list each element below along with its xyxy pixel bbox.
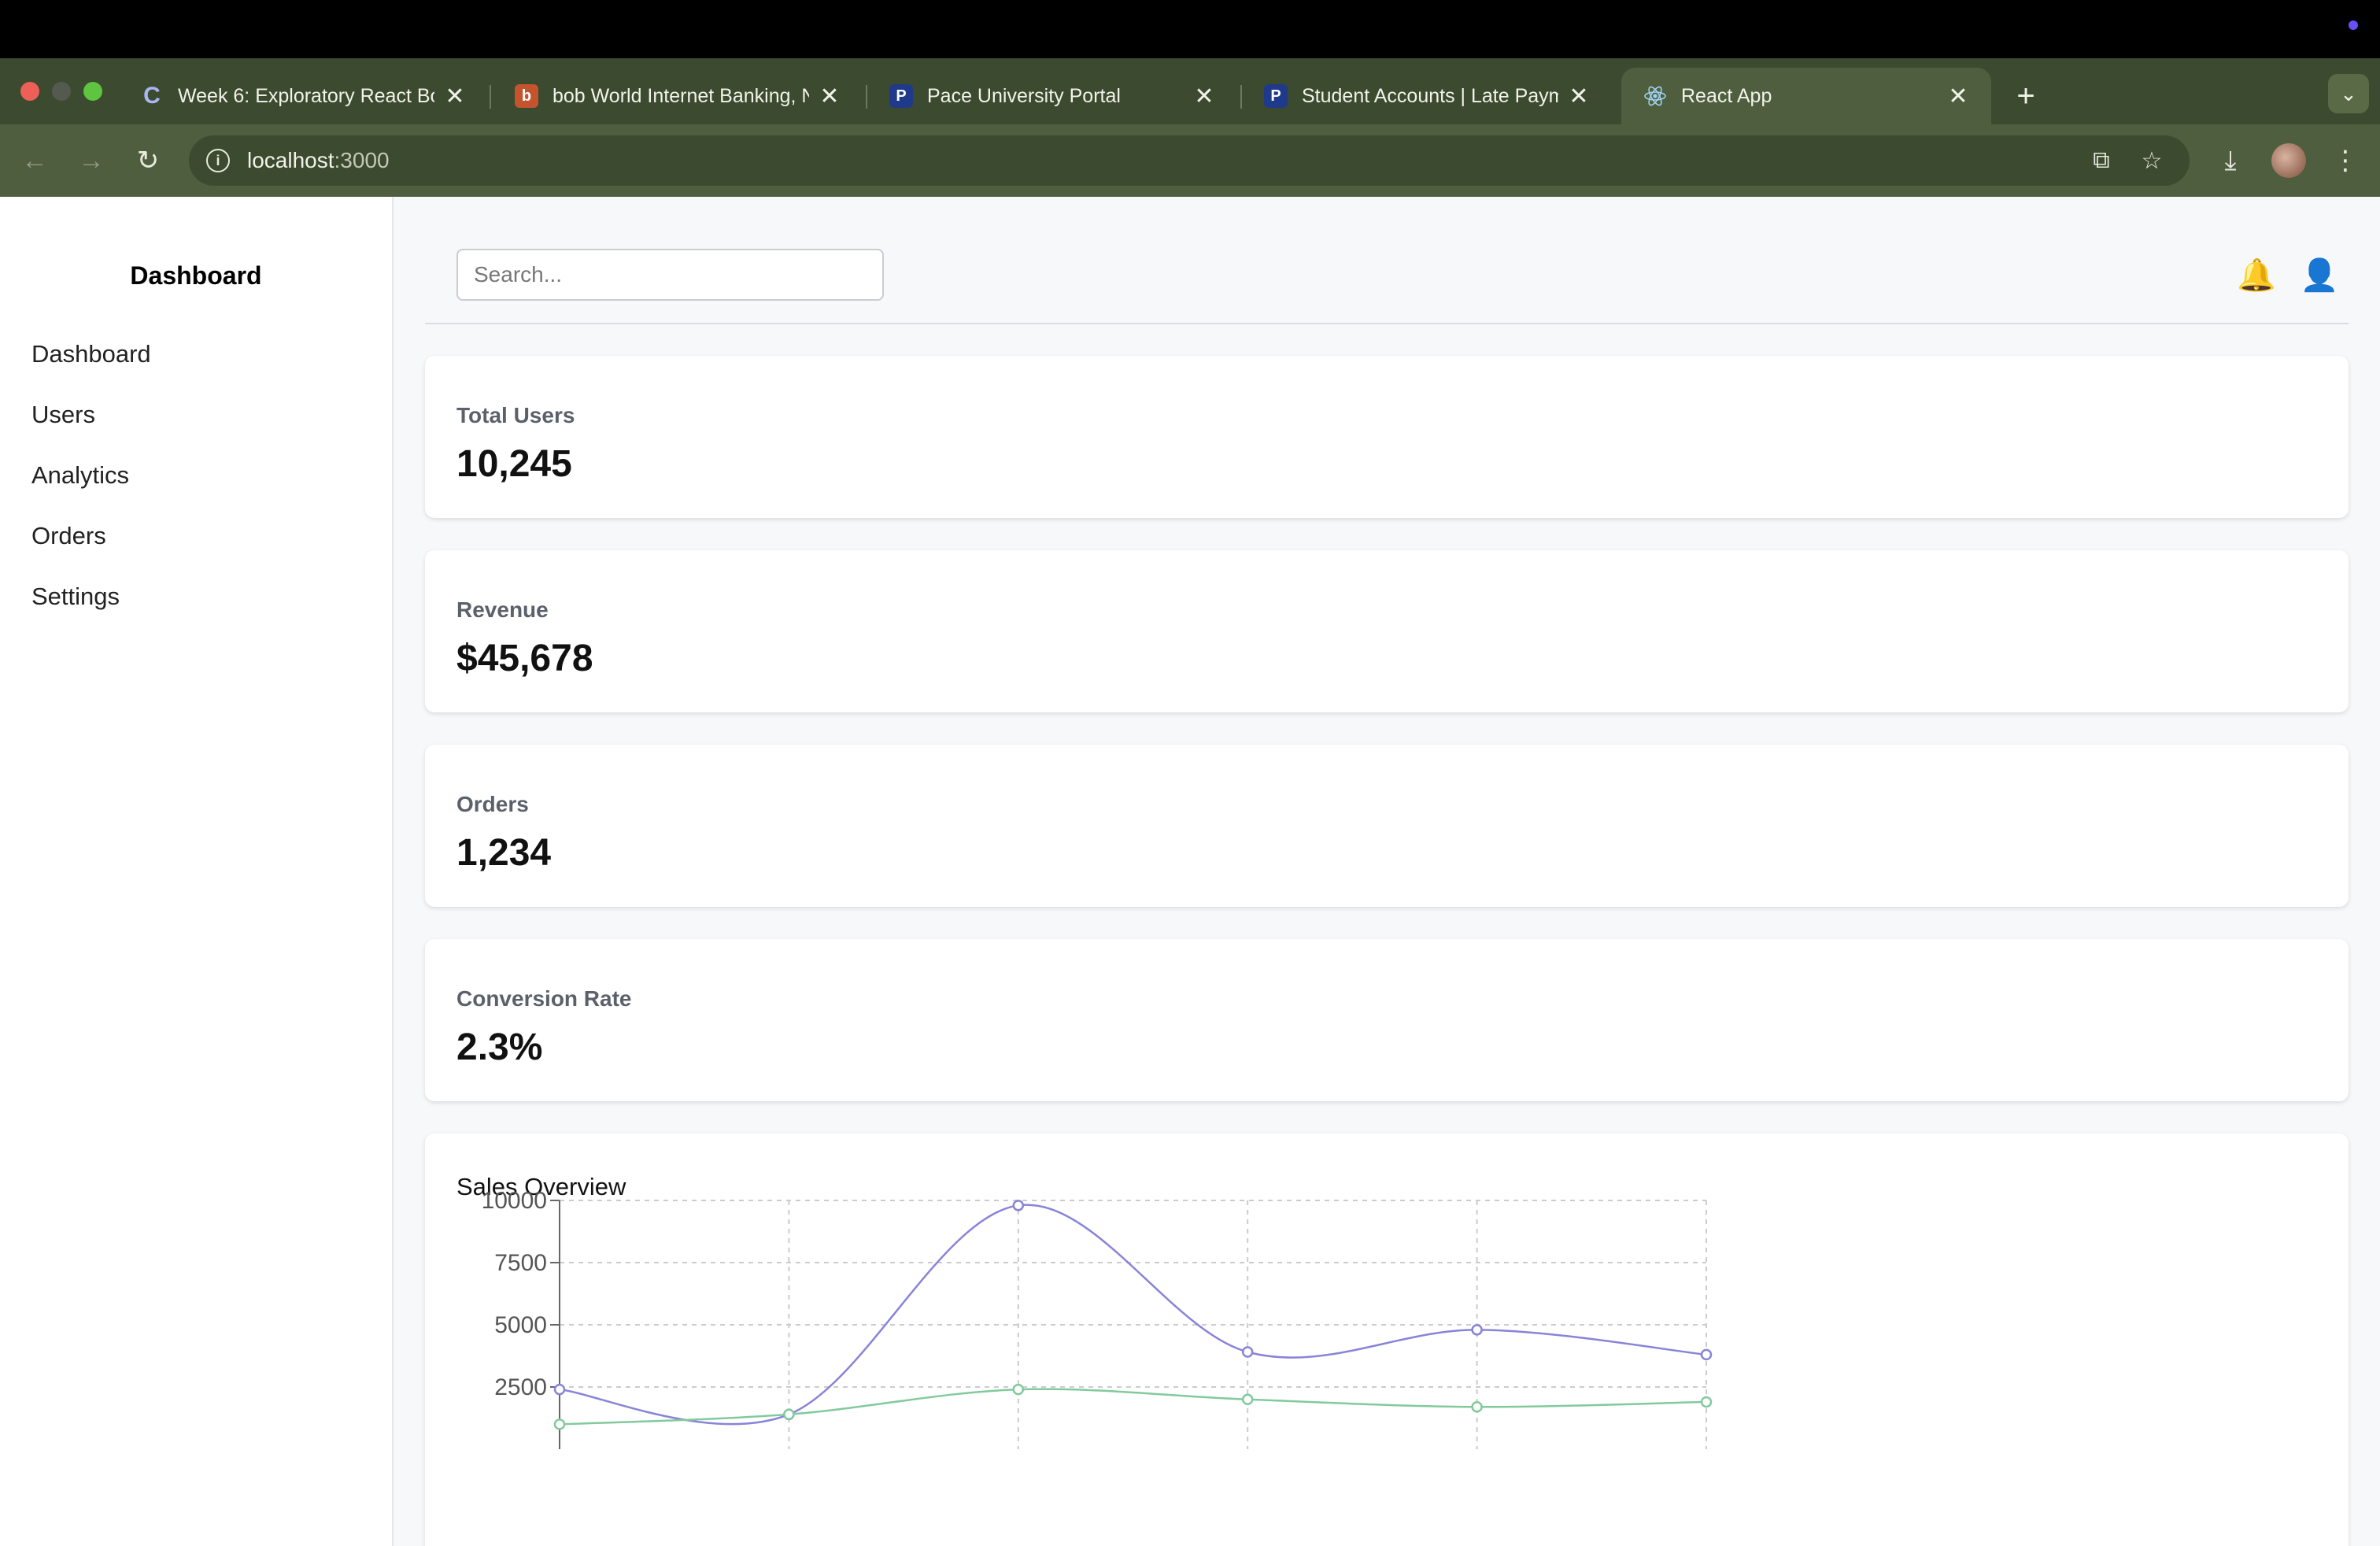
sidebar-item-users[interactable]: Users bbox=[0, 384, 392, 445]
menu-kebab-icon[interactable]: ⋮ bbox=[2326, 142, 2364, 179]
y-tick-label: 7500 bbox=[494, 1250, 547, 1276]
browser-toolbar: ← → ↻ i localhost:3000 ⧉ ☆ ⤓ ⋮ bbox=[0, 124, 2380, 197]
stat-label: Total Users bbox=[456, 403, 575, 427]
bell-icon[interactable]: 🔔 bbox=[2237, 255, 2276, 294]
tab-bar: C Week 6: Exploratory React Bo ✕ b bob W… bbox=[0, 58, 2380, 124]
site-info-icon[interactable]: i bbox=[206, 149, 230, 172]
y-tick-label: 2500 bbox=[494, 1374, 547, 1400]
tab-separator bbox=[490, 85, 491, 109]
sales-overview-card: Sales Overview 2500 5000 7500 10000 bbox=[425, 1134, 2349, 1546]
series-line-2 bbox=[559, 1388, 1707, 1426]
tab-title: Week 6: Exploratory React Bo bbox=[178, 84, 434, 107]
pace-favicon-icon: P bbox=[1264, 84, 1288, 108]
url-host: localhost bbox=[247, 148, 334, 172]
series-1-point bbox=[1700, 1348, 1713, 1361]
series-1-point bbox=[553, 1383, 566, 1396]
tab-search-chevron-icon[interactable]: ⌄ bbox=[2328, 74, 2369, 113]
close-tab-icon[interactable]: ✕ bbox=[1568, 83, 1590, 110]
series-2-point bbox=[1241, 1393, 1254, 1406]
react-icon bbox=[1643, 84, 1667, 108]
sidebar-item-dashboard[interactable]: Dashboard bbox=[0, 324, 392, 384]
install-app-icon[interactable]: ⧉ bbox=[2086, 145, 2117, 176]
series-line-1 bbox=[559, 1204, 1707, 1426]
tab-title: bob World Internet Banking, N bbox=[552, 84, 809, 107]
back-arrow-icon[interactable]: ← bbox=[16, 142, 54, 179]
stat-value: $45,678 bbox=[456, 638, 593, 679]
address-bar[interactable]: i localhost:3000 ⧉ ☆ bbox=[189, 135, 2190, 186]
sidebar-item-analytics[interactable]: Analytics bbox=[0, 445, 392, 505]
series-2-point bbox=[783, 1408, 795, 1421]
close-tab-icon[interactable]: ✕ bbox=[1193, 83, 1215, 110]
sidebar-item-settings[interactable]: Settings bbox=[0, 566, 392, 627]
stat-card-orders: Orders 1,234 bbox=[425, 745, 2349, 907]
tab-react-app[interactable]: React App ✕ bbox=[1621, 68, 1991, 124]
tab-title: Pace University Portal bbox=[927, 84, 1121, 107]
user-icon[interactable]: 👤 bbox=[2300, 255, 2339, 294]
reload-icon[interactable]: ↻ bbox=[129, 142, 167, 179]
new-tab-button[interactable]: + bbox=[2004, 74, 2048, 118]
tab-bob-banking[interactable]: b bob World Internet Banking, N ✕ bbox=[493, 68, 863, 124]
bank-favicon-icon: b bbox=[515, 84, 538, 108]
stat-card-revenue: Revenue $45,678 bbox=[425, 550, 2349, 712]
pace-favicon-icon: P bbox=[889, 84, 913, 108]
sidebar-item-orders[interactable]: Orders bbox=[0, 505, 392, 566]
tab-week6[interactable]: C Week 6: Exploratory React Bo ✕ bbox=[118, 68, 488, 124]
series-2-point bbox=[1700, 1396, 1713, 1408]
minimize-window-button[interactable] bbox=[52, 82, 71, 101]
app-page: Dashboard Dashboard Users Analytics Orde… bbox=[0, 197, 2380, 1546]
series-2-point bbox=[1471, 1401, 1483, 1413]
forward-arrow-icon[interactable]: → bbox=[72, 142, 110, 179]
stat-value: 2.3% bbox=[456, 1026, 543, 1068]
zoom-window-button[interactable] bbox=[83, 82, 102, 101]
url-text[interactable]: localhost:3000 bbox=[247, 148, 390, 173]
stat-card-conversion-rate: Conversion Rate 2.3% bbox=[425, 939, 2349, 1101]
top-header: 🔔 👤 bbox=[425, 197, 2349, 324]
series-2-point bbox=[1012, 1383, 1025, 1396]
close-tab-icon[interactable]: ✕ bbox=[1947, 83, 1969, 110]
y-tick-label: 5000 bbox=[494, 1312, 547, 1338]
sidebar-title: Dashboard bbox=[130, 261, 262, 290]
stat-value: 10,245 bbox=[456, 443, 572, 485]
url-port: :3000 bbox=[334, 148, 390, 172]
tab-pace-portal[interactable]: P Pace University Portal ✕ bbox=[867, 68, 1237, 124]
stat-label: Conversion Rate bbox=[456, 986, 632, 1011]
stat-card-total-users: Total Users 10,245 bbox=[425, 356, 2349, 518]
main-content: 🔔 👤 Total Users 10,245 Revenue $45,678 O… bbox=[425, 197, 2349, 1546]
search-input[interactable] bbox=[456, 249, 884, 301]
close-tab-icon[interactable]: ✕ bbox=[444, 83, 466, 110]
system-bar bbox=[0, 0, 2380, 58]
course-favicon-icon: C bbox=[143, 83, 161, 109]
series-2-point bbox=[553, 1418, 566, 1430]
bookmark-star-icon[interactable]: ☆ bbox=[2136, 145, 2168, 176]
tab-title: React App bbox=[1681, 84, 1772, 107]
download-icon[interactable]: ⤓ bbox=[2212, 142, 2249, 179]
close-window-button[interactable] bbox=[20, 82, 39, 101]
stat-label: Revenue bbox=[456, 597, 549, 622]
close-tab-icon[interactable]: ✕ bbox=[819, 83, 841, 110]
series-1-point bbox=[1241, 1346, 1254, 1358]
status-dot bbox=[2349, 20, 2358, 30]
profile-avatar[interactable] bbox=[2271, 143, 2306, 178]
tab-student-accounts[interactable]: P Student Accounts | Late Paym ✕ bbox=[1242, 68, 1612, 124]
y-tick-label: 10000 bbox=[482, 1188, 547, 1214]
tab-title: Student Accounts | Late Paym bbox=[1302, 84, 1558, 107]
sidebar: Dashboard Dashboard Users Analytics Orde… bbox=[0, 197, 394, 1546]
stat-value: 1,234 bbox=[456, 832, 552, 874]
stat-label: Orders bbox=[456, 792, 529, 816]
series-1-point bbox=[1012, 1200, 1025, 1211]
sales-line-chart: 2500 5000 7500 10000 bbox=[482, 1188, 1713, 1449]
sidebar-nav: Dashboard Users Analytics Orders Setting… bbox=[0, 324, 392, 627]
series-1-point bbox=[1471, 1324, 1483, 1336]
